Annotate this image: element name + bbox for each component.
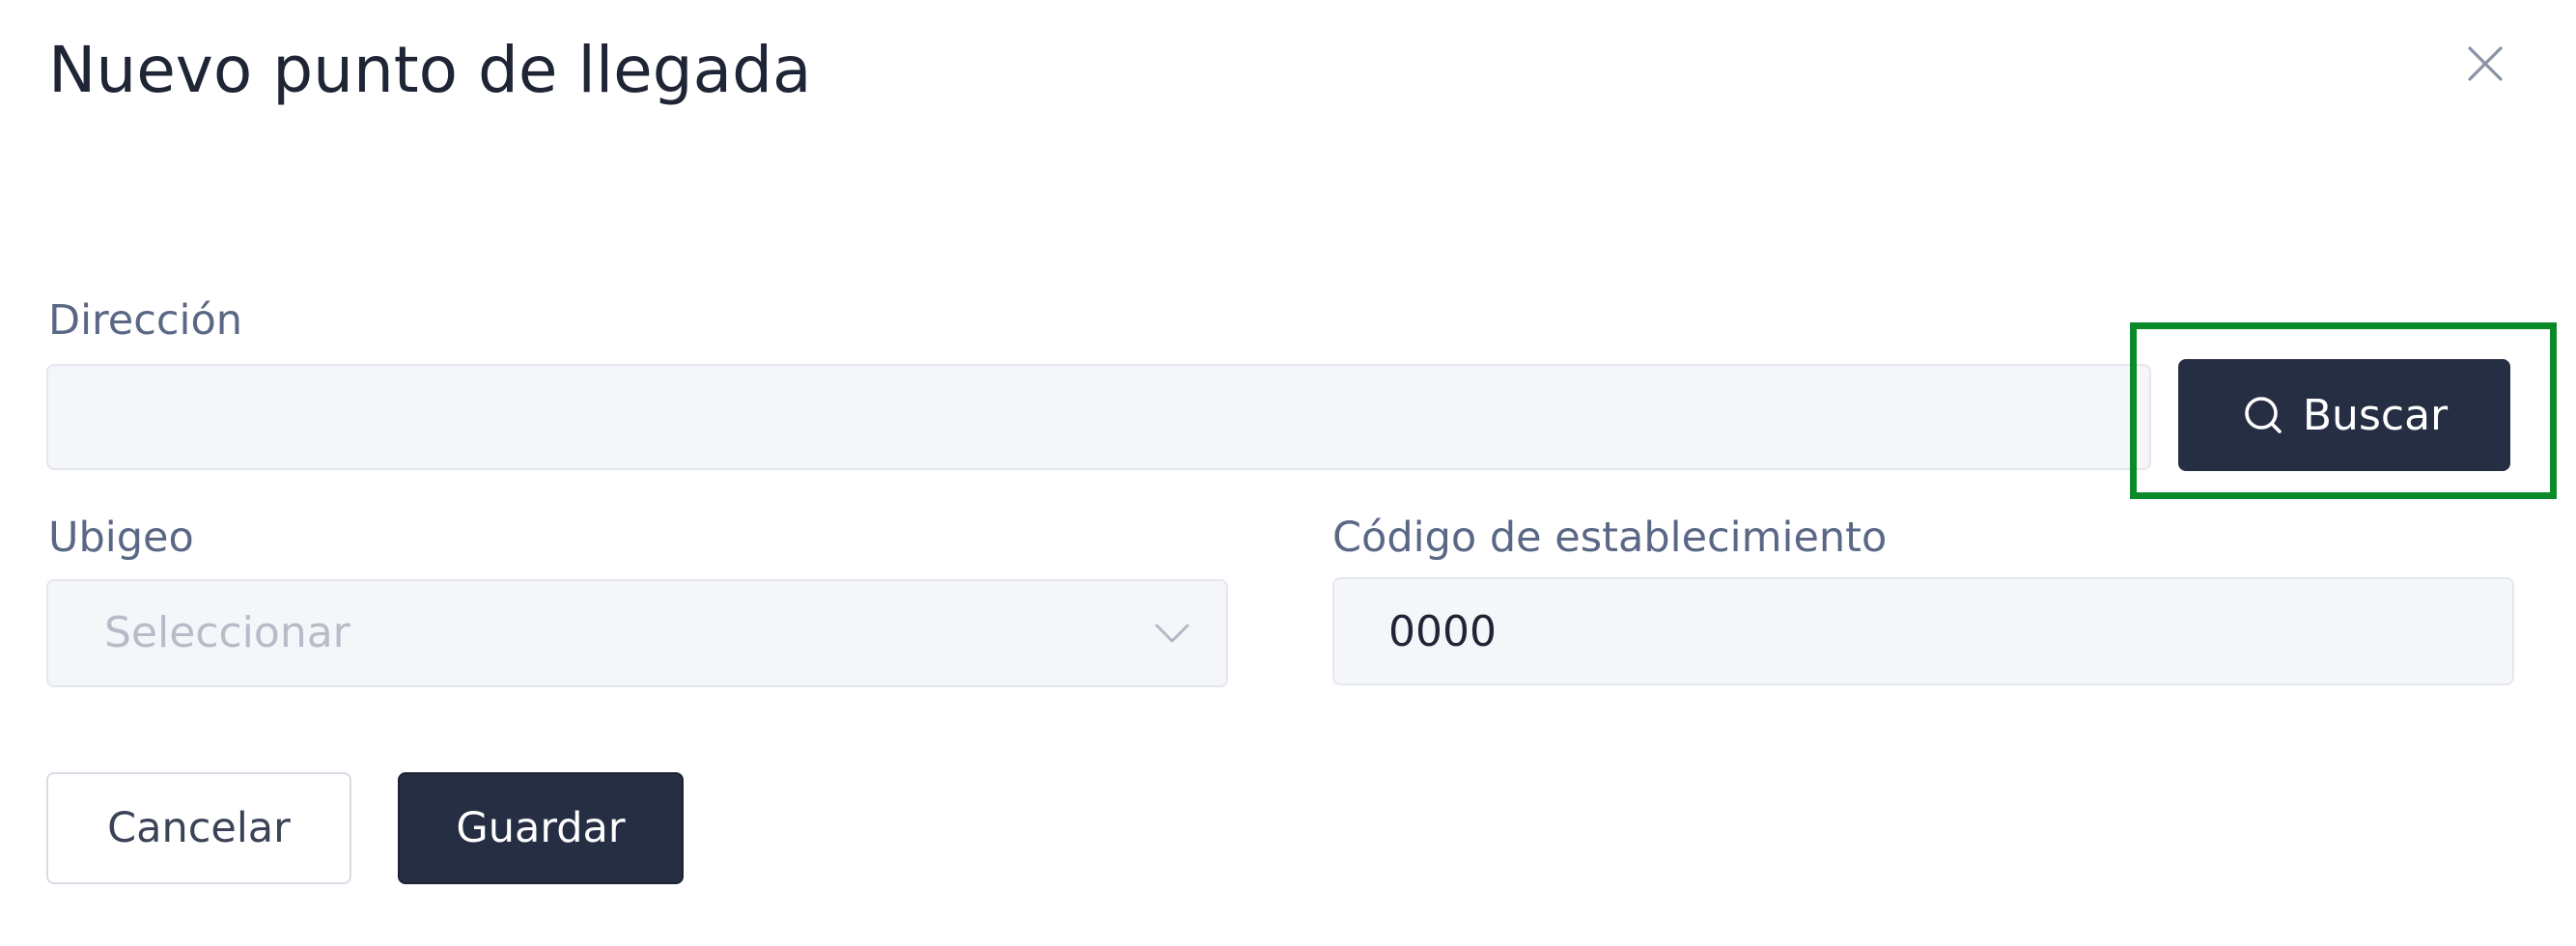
ubigeo-label: Ubigeo (48, 514, 194, 562)
buscar-button[interactable]: Buscar (2178, 359, 2510, 471)
save-button[interactable]: Guardar (398, 772, 684, 884)
chevron-down-icon (1153, 616, 1191, 651)
search-icon (2245, 397, 2282, 433)
codigo-establecimiento-input[interactable] (1332, 577, 2514, 685)
cancel-button[interactable]: Cancelar (46, 772, 351, 884)
dialog-title: Nuevo punto de llegada (48, 33, 812, 107)
close-icon[interactable] (2460, 39, 2510, 89)
ubigeo-select[interactable]: Seleccionar (46, 579, 1228, 687)
buscar-button-label: Buscar (2302, 390, 2449, 440)
new-arrival-point-dialog: Nuevo punto de llegada Dirección Buscar … (0, 0, 2576, 946)
ubigeo-placeholder: Seleccionar (104, 608, 350, 657)
codigo-establecimiento-label: Código de establecimiento (1332, 514, 1888, 562)
direccion-label: Dirección (48, 296, 243, 345)
direccion-input[interactable] (46, 364, 2151, 470)
